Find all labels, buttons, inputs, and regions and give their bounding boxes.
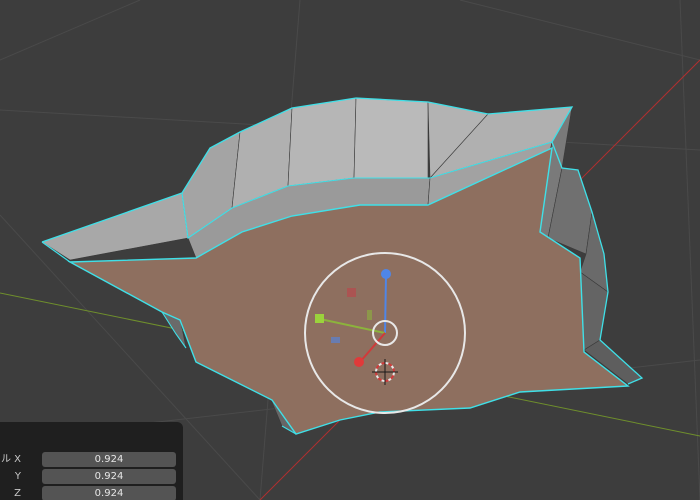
mesh-face (41, 192, 189, 261)
scale-x-row: ール X 0.924 (0, 452, 183, 468)
mesh-face (287, 97, 357, 187)
scale-z-row: Z 0.924 (0, 486, 183, 500)
scale-x-label: ール X (0, 454, 21, 465)
scale-y-row: Y 0.924 (0, 469, 183, 485)
scale-x-field[interactable]: 0.924 (42, 452, 176, 467)
scale-z-field[interactable]: 0.924 (42, 486, 176, 500)
scale-y-field[interactable]: 0.924 (42, 469, 176, 484)
scale-z-label: Z (14, 488, 21, 499)
scale-operator-panel: ール X 0.924 Y 0.924 Z 0.924 (0, 422, 183, 500)
3d-viewport[interactable]: ール X 0.924 Y 0.924 Z 0.924 (0, 0, 700, 500)
mesh-face (353, 97, 429, 179)
scale-y-label: Y (14, 471, 21, 482)
